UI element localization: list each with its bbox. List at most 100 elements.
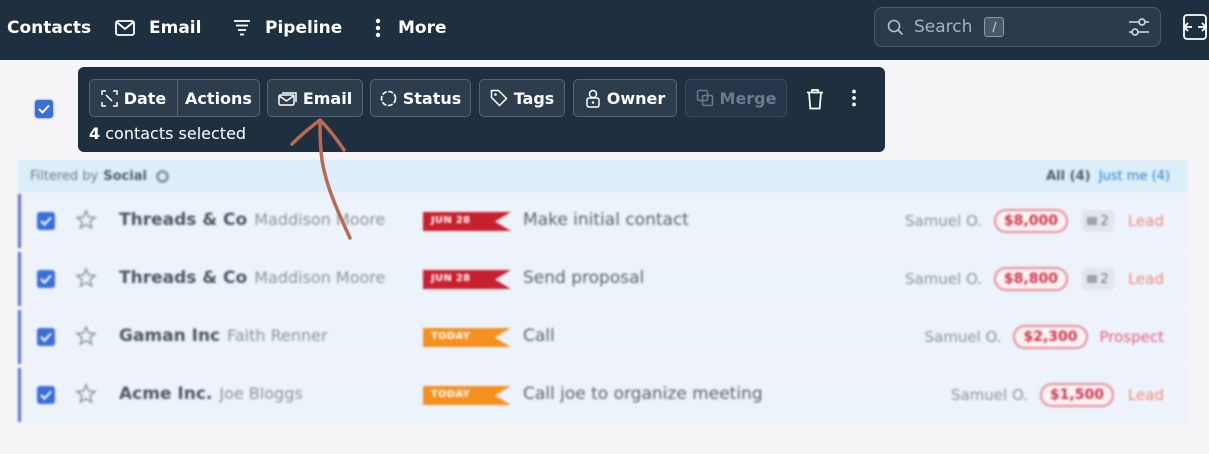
deal-value-badge: $1,500 <box>1039 383 1114 407</box>
nav-contacts-label: Contacts <box>7 18 92 38</box>
tag-icon <box>490 89 507 107</box>
due-date: JUN 28 <box>431 273 471 284</box>
envelope-stack-icon <box>278 91 297 106</box>
filter-strip: Filtered by Social All (4) Just me (4) <box>18 160 1188 193</box>
search-placeholder: Search <box>914 17 973 37</box>
table-row[interactable]: Threads & Co Maddison Moore JUN 28 Make i… <box>18 194 1188 248</box>
date-button-label: Date <box>123 88 167 108</box>
contact-person[interactable]: Maddison Moore <box>254 268 385 287</box>
contact-person[interactable]: Joe Bloggs <box>219 384 302 403</box>
nav-contacts[interactable]: Contacts <box>7 0 91 56</box>
more-options-icon[interactable] <box>850 89 858 107</box>
company-name[interactable]: Gaman Inc <box>119 326 220 346</box>
actions-button-label: Actions <box>185 88 252 108</box>
row-checkbox[interactable] <box>37 328 55 346</box>
stage-label: Lead <box>1127 212 1164 230</box>
attachments-count: 2 <box>1100 213 1109 229</box>
row-owner: Samuel O. <box>924 328 1002 346</box>
scope-all[interactable]: All (4) <box>1046 169 1090 184</box>
date-range-icon <box>100 89 118 107</box>
attachments-count: 2 <box>1100 271 1109 287</box>
nav-pipeline[interactable]: Pipeline <box>233 0 342 56</box>
nav-more[interactable]: More <box>372 0 447 56</box>
task-title[interactable]: Call <box>523 326 555 346</box>
sliders-icon[interactable] <box>1128 17 1150 37</box>
merge-button-label: Merge <box>719 88 777 108</box>
due-date: TODAY <box>431 331 471 342</box>
company-name[interactable]: Threads & Co <box>119 268 247 288</box>
check-icon <box>40 274 52 284</box>
filter-label: Filtered by <box>30 169 99 184</box>
date-actions-group: Date Actions <box>89 79 260 117</box>
nav-email-label: Email <box>149 18 202 38</box>
selected-count: 4 <box>89 124 101 143</box>
deal-value-badge: $8,800 <box>993 267 1068 291</box>
row-owner: Samuel O. <box>904 212 982 230</box>
contact-person[interactable]: Faith Renner <box>227 326 327 345</box>
row-checkbox[interactable] <box>37 270 55 288</box>
owner-lock-icon <box>585 89 600 108</box>
contact-person[interactable]: Maddison Moore <box>254 210 385 229</box>
status-button[interactable]: Status <box>370 79 471 117</box>
selected-suffix: contacts selected <box>105 124 247 143</box>
company-name[interactable]: Threads & Co <box>119 210 247 230</box>
attachments-badge: 2 <box>1081 268 1114 290</box>
row-owner: Samuel O. <box>950 386 1028 404</box>
check-icon <box>40 216 52 226</box>
row-meta: Samuel O. $8,000 2 Lead <box>905 208 1164 234</box>
table-row[interactable]: Acme Inc. Joe Bloggs TODAY Call joe to or… <box>18 368 1188 422</box>
owner-button[interactable]: Owner <box>573 79 677 117</box>
date-button[interactable]: Date <box>90 80 177 116</box>
due-date: TODAY <box>431 389 471 400</box>
trash-icon[interactable] <box>805 88 825 110</box>
funnel-icon <box>234 20 250 36</box>
company-name[interactable]: Acme Inc. <box>119 384 212 404</box>
table-row[interactable]: Gaman Inc Faith Renner TODAY Call Samuel … <box>18 310 1188 364</box>
scope-toggle: All (4) Just me (4) <box>1046 169 1170 184</box>
clear-filter-icon[interactable] <box>155 170 169 183</box>
row-meta: Samuel O. $8,800 2 Lead <box>905 266 1164 292</box>
check-icon <box>40 332 52 342</box>
status-circle-icon <box>380 90 397 106</box>
search-icon <box>887 19 904 35</box>
task-title[interactable]: Make initial contact <box>523 210 689 230</box>
star-icon[interactable] <box>75 267 97 289</box>
bulk-select-checkbox[interactable] <box>35 100 53 118</box>
email-button-label: Email <box>302 88 353 108</box>
search-input[interactable]: Search / <box>874 7 1161 47</box>
row-checkbox[interactable] <box>37 386 55 404</box>
vertical-dots-icon <box>375 18 381 38</box>
scope-just-me[interactable]: Just me (4) <box>1099 169 1170 184</box>
tags-button-label: Tags <box>513 88 555 108</box>
nav-pipeline-label: Pipeline <box>265 18 343 38</box>
star-icon[interactable] <box>75 383 97 405</box>
nav-email[interactable]: Email <box>115 0 201 56</box>
task-title[interactable]: Call joe to organize meeting <box>523 384 763 404</box>
stage-label: Lead <box>1127 270 1164 288</box>
check-icon <box>38 104 50 114</box>
task-title[interactable]: Send proposal <box>523 268 644 288</box>
row-owner: Samuel O. <box>904 270 982 288</box>
bulk-action-toolbar: Date Actions Email Status Tags Owner Mer… <box>78 67 885 152</box>
check-icon <box>40 390 52 400</box>
email-button[interactable]: Email <box>267 79 363 117</box>
star-icon[interactable] <box>75 325 97 347</box>
tags-button[interactable]: Tags <box>479 79 565 117</box>
deal-value-badge: $8,000 <box>993 209 1068 233</box>
table-row[interactable]: Threads & Co Maddison Moore JUN 28 Send p… <box>18 252 1188 306</box>
merge-button[interactable]: Merge <box>685 79 787 117</box>
owner-button-label: Owner <box>606 88 666 108</box>
expand-panel-icon[interactable] <box>1181 13 1209 41</box>
row-meta: Samuel O. $1,500 Lead <box>951 382 1164 408</box>
deal-value-badge: $2,300 <box>1013 325 1088 349</box>
nav-more-label: More <box>398 18 447 38</box>
filter-value: Social <box>103 169 147 184</box>
actions-button[interactable]: Actions <box>177 80 259 116</box>
star-icon[interactable] <box>75 209 97 231</box>
merge-icon <box>696 89 713 107</box>
top-nav: Contacts Email Pipeline More Search / <box>0 0 1209 60</box>
row-checkbox[interactable] <box>37 212 55 230</box>
folder-icon <box>1087 275 1098 283</box>
folder-icon <box>1087 217 1098 225</box>
row-meta: Samuel O. $2,300 Prospect <box>924 324 1164 350</box>
